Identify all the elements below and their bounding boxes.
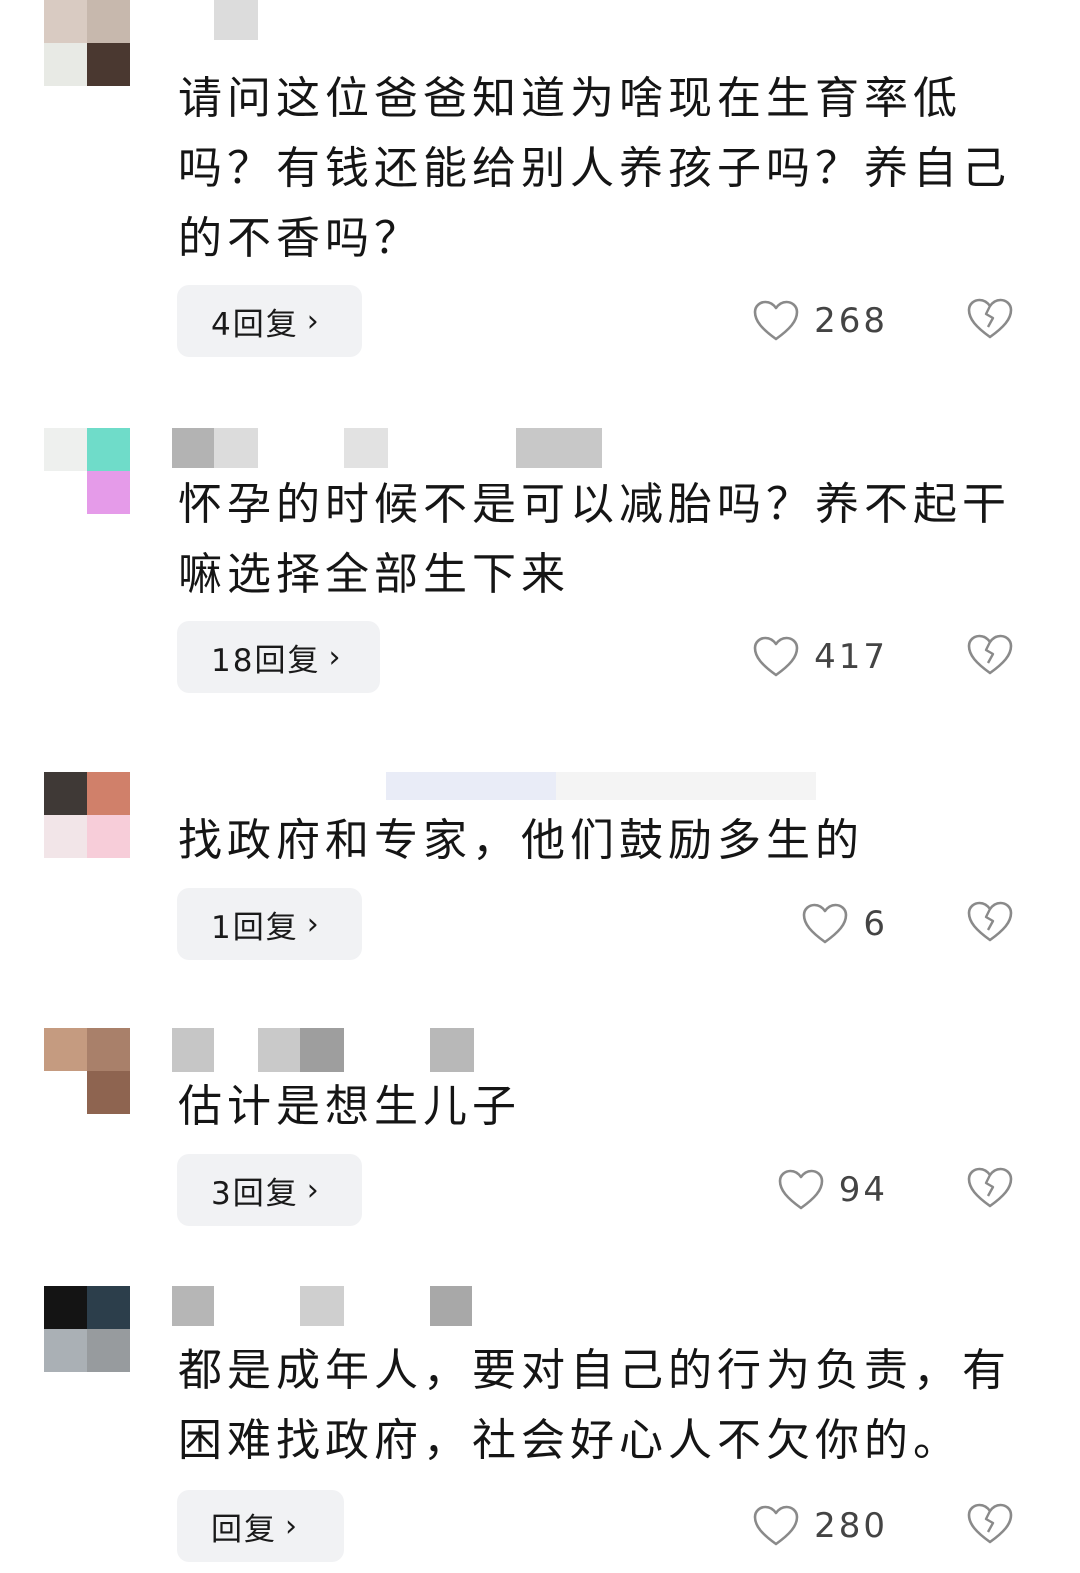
username-redacted[interactable]	[172, 1028, 474, 1072]
comment-item: 找政府和专家，他们鼓励多生的 1回复 › 6	[0, 772, 1080, 982]
avatar-pixel	[44, 772, 87, 815]
avatar-pixel	[87, 471, 130, 514]
username-redacted[interactable]	[172, 428, 602, 468]
username-redacted[interactable]	[214, 0, 258, 40]
replies-label: 1回复	[211, 909, 299, 946]
comment-text: 都是成年人，要对自己的行为负责，有困难找政府，社会好心人不欠你的。	[178, 1345, 1011, 1466]
replies-button[interactable]: 1回复 ›	[177, 888, 362, 960]
redaction-block	[430, 1286, 472, 1326]
redaction-block	[344, 428, 388, 468]
comment-item: 怀孕的时候不是可以减胎吗？养不起干嘛选择全部生下来 18回复 › 417	[0, 428, 1080, 728]
avatar-pixel	[87, 428, 130, 471]
chevron-right-icon: ›	[306, 303, 321, 339]
redaction-block	[388, 428, 516, 468]
avatar-pixel	[87, 0, 130, 43]
avatar-pixel	[44, 815, 87, 858]
redaction-block	[300, 1028, 344, 1072]
heart-outline-icon	[752, 1504, 800, 1548]
chevron-right-icon: ›	[306, 906, 321, 942]
chevron-right-icon: ›	[306, 1172, 321, 1208]
redaction-block	[516, 428, 602, 468]
avatar-pixel	[44, 0, 87, 43]
heart-outline-icon	[801, 902, 849, 946]
redaction-block	[344, 1286, 430, 1326]
avatar-pixel	[44, 1286, 87, 1329]
replies-button[interactable]: 4回复 ›	[177, 285, 362, 357]
comment-text: 找政府和专家，他们鼓励多生的	[178, 815, 864, 866]
avatar-pixel	[44, 471, 87, 514]
like-button[interactable]: 94	[777, 1154, 888, 1226]
replies-label: 18回复	[211, 642, 321, 679]
redaction-block	[214, 0, 258, 40]
username-redacted[interactable]	[172, 1286, 472, 1326]
heart-outline-icon	[777, 1168, 825, 1212]
heart-outline-icon	[752, 299, 800, 343]
redaction-block	[172, 1286, 214, 1326]
avatar-pixel	[87, 1028, 130, 1071]
like-button[interactable]: 268	[752, 285, 888, 357]
replies-button[interactable]: 18回复 ›	[177, 621, 380, 693]
broken-heart-icon[interactable]	[966, 900, 1014, 948]
like-count: 268	[814, 301, 888, 341]
redaction-block	[214, 1028, 258, 1072]
like-count: 280	[814, 1506, 888, 1546]
redaction-block	[344, 1028, 430, 1072]
replies-button[interactable]: 3回复 ›	[177, 1154, 362, 1226]
comment-item: 估计是想生儿子 3回复 › 94	[0, 1028, 1080, 1238]
avatar-pixel	[44, 428, 87, 471]
comment-text: 请问这位爸爸知道为啥现在生育率低吗？有钱还能给别人养孩子吗？养自己的不香吗？	[178, 73, 1011, 264]
like-count: 94	[838, 1170, 888, 1210]
broken-heart-icon[interactable]	[966, 297, 1014, 345]
avatar-pixel	[87, 815, 130, 858]
like-button[interactable]: 280	[752, 1490, 888, 1562]
redaction-block	[172, 1028, 214, 1072]
username-redacted[interactable]	[172, 772, 816, 800]
broken-heart-icon[interactable]	[966, 1166, 1014, 1214]
like-count: 417	[814, 637, 888, 677]
avatar-pixel	[44, 43, 87, 86]
redaction-block	[172, 772, 386, 800]
like-count: 6	[863, 904, 888, 944]
redaction-block	[258, 1028, 300, 1072]
avatar-pixel	[44, 1071, 87, 1114]
comment-text: 估计是想生儿子	[178, 1081, 521, 1132]
chevron-right-icon: ›	[328, 639, 343, 675]
broken-heart-icon[interactable]	[966, 1502, 1014, 1550]
avatar[interactable]	[44, 428, 130, 514]
avatar-pixel	[87, 772, 130, 815]
avatar-pixel	[87, 1286, 130, 1329]
replies-button[interactable]: 回复 ›	[177, 1490, 344, 1562]
redaction-block	[214, 428, 258, 468]
avatar[interactable]	[44, 1028, 130, 1114]
avatar-pixel	[87, 1329, 130, 1372]
broken-heart-icon[interactable]	[966, 633, 1014, 681]
redaction-block	[430, 1028, 474, 1072]
chevron-right-icon: ›	[285, 1508, 299, 1544]
avatar-pixel	[87, 1071, 130, 1114]
redaction-block	[214, 1286, 300, 1326]
avatar-pixel	[44, 1028, 87, 1071]
replies-label: 4回复	[211, 306, 299, 343]
replies-label: 3回复	[211, 1175, 299, 1212]
heart-outline-icon	[752, 635, 800, 679]
comment-item: 都是成年人，要对自己的行为负责，有困难找政府，社会好心人不欠你的。 回复 › 2…	[0, 1286, 1080, 1573]
redaction-block	[556, 772, 816, 800]
avatar-pixel	[44, 1329, 87, 1372]
replies-label: 回复	[211, 1511, 277, 1548]
redaction-block	[258, 428, 344, 468]
avatar[interactable]	[44, 1286, 130, 1372]
like-button[interactable]: 6	[801, 888, 888, 960]
avatar[interactable]	[44, 772, 130, 858]
redaction-block	[172, 428, 214, 468]
avatar[interactable]	[44, 0, 130, 86]
comment-text: 怀孕的时候不是可以减胎吗？养不起干嘛选择全部生下来	[178, 479, 1011, 600]
redaction-block	[386, 772, 556, 800]
redaction-block	[300, 1286, 344, 1326]
comment-item: 请问这位爸爸知道为啥现在生育率低吗？有钱还能给别人养孩子吗？养自己的不香吗？ 4…	[0, 0, 1080, 380]
avatar-pixel	[87, 43, 130, 86]
like-button[interactable]: 417	[752, 621, 888, 693]
